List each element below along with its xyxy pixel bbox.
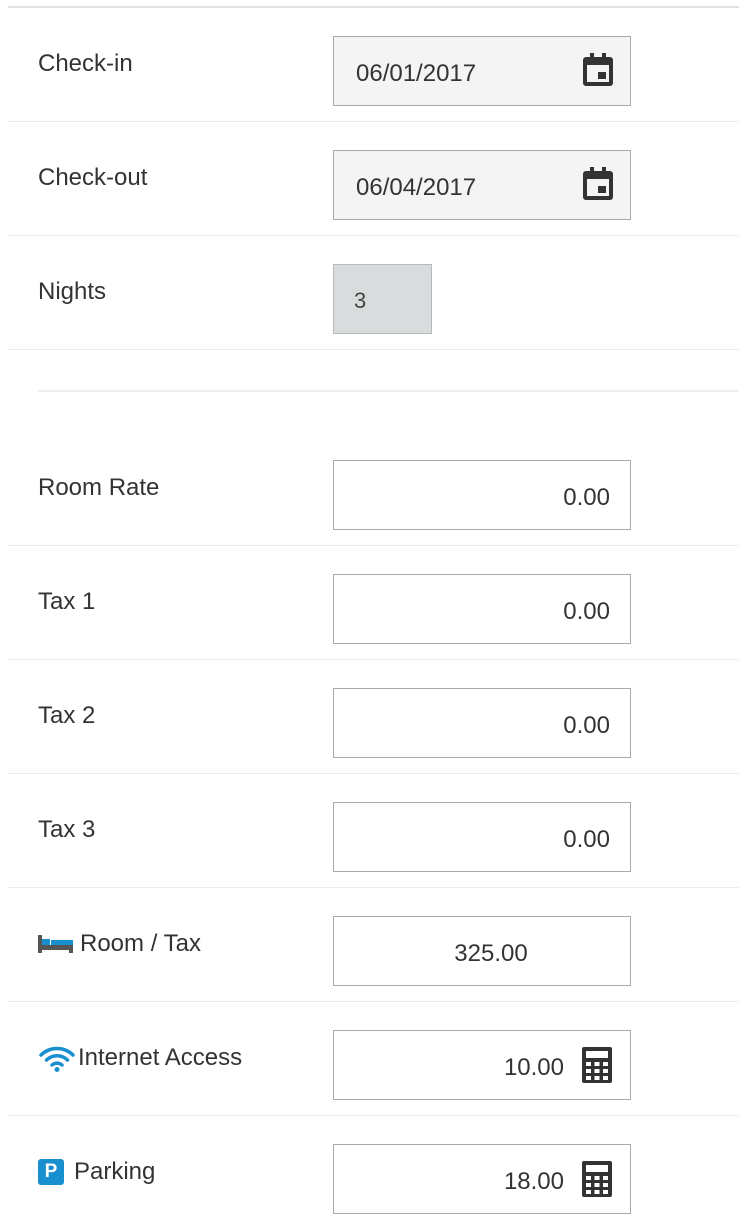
checkout-row: Check-out 06/04/2017: [0, 122, 739, 236]
internet-input[interactable]: 10.00: [333, 1030, 631, 1100]
tax3-input[interactable]: 0.00: [333, 802, 631, 872]
calculator-icon[interactable]: [582, 1047, 612, 1083]
row-divider: [8, 349, 739, 350]
parking-icon: P: [38, 1159, 64, 1185]
tax2-label: Tax 2: [38, 702, 96, 729]
room-tax-field: 325.00: [333, 916, 631, 986]
room-tax-label: Room / Tax: [80, 930, 201, 957]
checkout-date-field[interactable]: 06/04/2017: [333, 150, 631, 220]
calendar-icon[interactable]: [582, 53, 614, 87]
checkin-row: Check-in 06/01/2017: [0, 8, 739, 122]
room-rate-row: Room Rate 0.00: [0, 432, 739, 546]
room-rate-value: 0.00: [563, 484, 610, 511]
room-tax-label-wrap: Room / Tax: [38, 930, 201, 958]
checkout-value: 06/04/2017: [356, 174, 477, 201]
tax3-label: Tax 3: [38, 816, 96, 843]
tax3-row: Tax 3 0.00: [0, 774, 739, 888]
parking-label-wrap: P Parking: [38, 1158, 155, 1186]
tax1-value: 0.00: [563, 598, 610, 625]
internet-row: Internet Access 10.00: [0, 1002, 739, 1116]
parking-input[interactable]: 18.00: [333, 1144, 631, 1214]
nights-row: Nights 3: [0, 236, 739, 350]
tax1-input[interactable]: 0.00: [333, 574, 631, 644]
internet-label-wrap: Internet Access: [38, 1044, 242, 1072]
tax3-value: 0.00: [563, 826, 610, 853]
checkin-label: Check-in: [38, 50, 133, 77]
parking-row: P Parking 18.00: [0, 1116, 739, 1230]
parking-value: 18.00: [503, 1168, 564, 1195]
nights-value: 3: [354, 288, 367, 313]
nights-label: Nights: [38, 278, 107, 305]
internet-value: 10.00: [503, 1054, 564, 1081]
tax2-value: 0.00: [563, 712, 610, 739]
checkin-value: 06/01/2017: [356, 60, 477, 87]
room-rate-input[interactable]: 0.00: [333, 460, 631, 530]
section-divider: [38, 390, 739, 392]
tax2-row: Tax 2 0.00: [0, 660, 739, 774]
room-rate-label: Room Rate: [38, 474, 160, 501]
parking-label: Parking: [74, 1158, 156, 1185]
calculator-icon[interactable]: [582, 1161, 612, 1197]
room-tax-value: 325.00: [454, 940, 528, 967]
tax1-row: Tax 1 0.00: [0, 546, 739, 660]
bed-icon: [38, 935, 73, 953]
room-tax-row: Room / Tax 325.00: [0, 888, 739, 1002]
checkin-date-field[interactable]: 06/01/2017: [333, 36, 631, 106]
wifi-icon: [39, 1046, 75, 1072]
parking-icon-letter: P: [44, 1161, 58, 1182]
nights-field: 3: [333, 264, 432, 334]
checkout-label: Check-out: [38, 164, 148, 191]
calendar-icon[interactable]: [582, 167, 614, 201]
internet-label: Internet Access: [78, 1044, 243, 1071]
tax1-label: Tax 1: [38, 588, 96, 615]
tax2-input[interactable]: 0.00: [333, 688, 631, 758]
